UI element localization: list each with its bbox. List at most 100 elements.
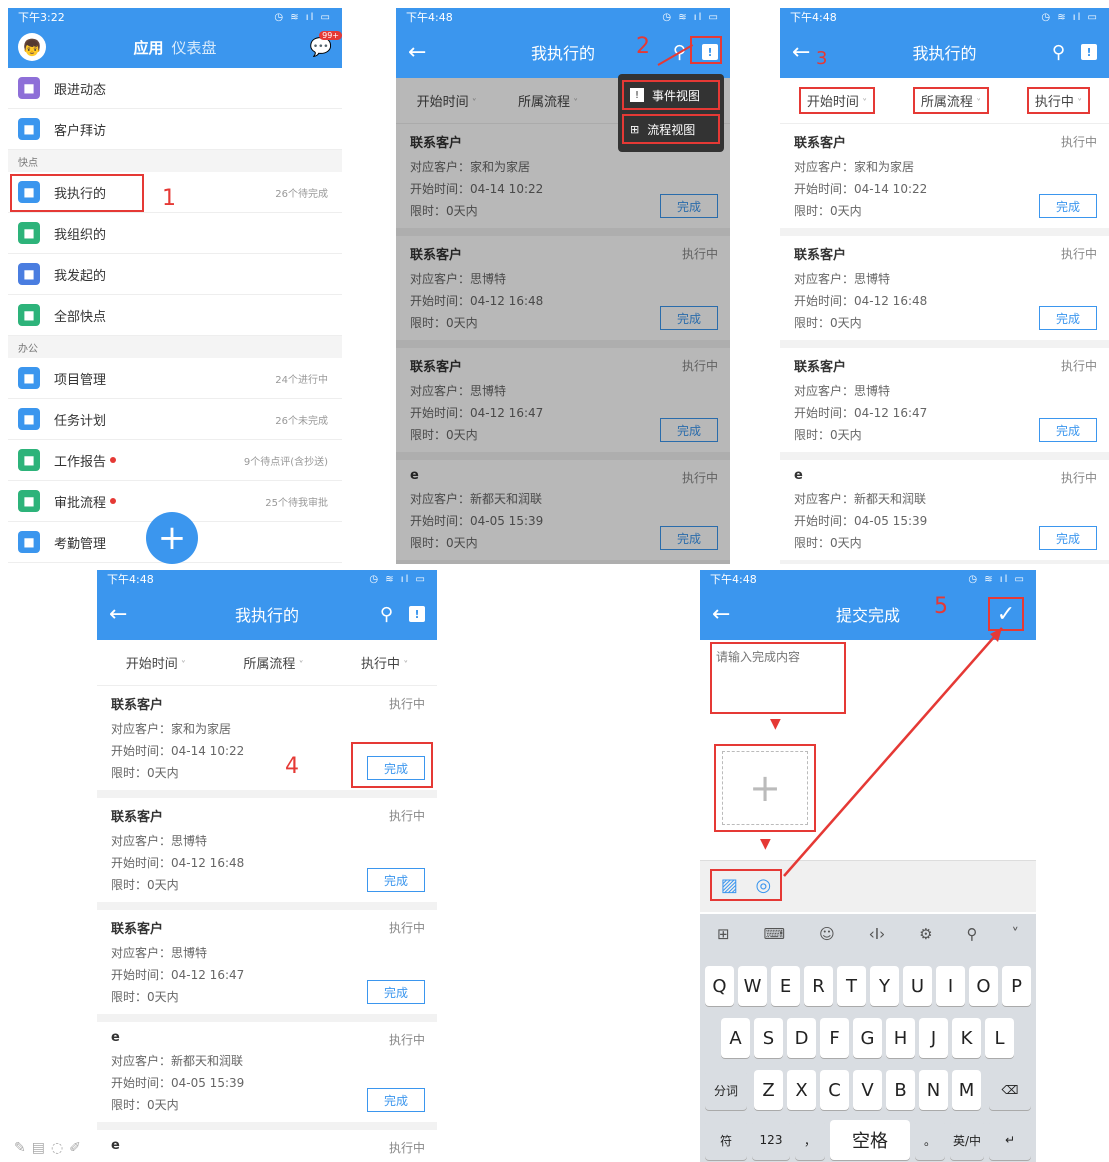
complete-button[interactable]: 完成: [367, 980, 425, 1004]
highlight-box-2: [690, 36, 722, 64]
view-switch-icon[interactable]: !: [409, 606, 425, 622]
complete-button[interactable]: 完成: [1039, 306, 1097, 330]
key-e[interactable]: E: [771, 966, 800, 1006]
grid-icon[interactable]: ⊞: [717, 925, 730, 943]
key-v[interactable]: V: [853, 1070, 882, 1110]
task-status: 执行中: [1060, 135, 1097, 149]
settings-icon[interactable]: ⚙: [919, 925, 932, 943]
filter-start-time[interactable]: 开始时间: [798, 87, 876, 114]
tab-dashboard[interactable]: 仪表盘: [172, 37, 217, 58]
step-number-4: 4: [285, 754, 299, 779]
app-item[interactable]: ■ 我组织的: [8, 213, 342, 254]
key-123[interactable]: 123: [752, 1120, 790, 1160]
key-comma[interactable]: ，: [795, 1120, 825, 1160]
task-title: 联系客户: [111, 810, 164, 825]
app-icon: ■: [18, 304, 40, 326]
task-card[interactable]: e 执行中 对应客户：新都天和润联 开始时间：04-05 15:39 限时：0天内 完成: [780, 460, 1109, 564]
key-symbols[interactable]: 符: [705, 1120, 747, 1160]
key-r[interactable]: R: [804, 966, 833, 1006]
search-icon[interactable]: ⚲: [966, 925, 977, 943]
view-switch-icon[interactable]: !: [1081, 44, 1097, 60]
back-arrow-icon[interactable]: ←: [792, 40, 810, 65]
key-b[interactable]: B: [886, 1070, 915, 1110]
cursor-icon[interactable]: ‹I›: [869, 925, 885, 943]
app-item[interactable]: ■ 项目管理 24个进行中: [8, 358, 342, 399]
key-o[interactable]: O: [969, 966, 998, 1006]
tab-apps[interactable]: 应用: [133, 37, 163, 58]
panel-view-menu: 下午4:48◷ ≋ ıl ▭ ←我执行的⚲! 开始时间所属流程 联系客户执行中对…: [396, 8, 730, 564]
key-i[interactable]: I: [936, 966, 965, 1006]
back-arrow-icon[interactable]: ←: [408, 40, 426, 65]
app-item[interactable]: ■ 全部快点: [8, 295, 342, 336]
key-q[interactable]: Q: [705, 966, 734, 1006]
key-m[interactable]: M: [952, 1070, 981, 1110]
key-w[interactable]: W: [738, 966, 767, 1006]
complete-button[interactable]: 完成: [1039, 418, 1097, 442]
task-title: 联系客户: [111, 922, 164, 937]
menu-event-view[interactable]: ! 事件视图: [622, 80, 720, 110]
keyboard: ⊞ ⌨ ☺ ‹I› ⚙ ⚲ ˅ Q W E R T Y U I O P A S D F G H J K L 分词 Z X C V B N M ⌫ 符…: [700, 914, 1036, 1162]
back-arrow-icon[interactable]: ←: [109, 602, 127, 627]
filter-start-time[interactable]: 开始时间: [126, 653, 186, 672]
message-icon[interactable]: 💬 99+: [310, 30, 342, 58]
task-card[interactable]: 联系客户 执行中 对应客户：思博特 开始时间：04-12 16:48 限时：0天内 完成: [780, 236, 1109, 348]
key-s[interactable]: S: [754, 1018, 783, 1058]
key-space[interactable]: 空格: [830, 1120, 910, 1160]
complete-button[interactable]: 完成: [1039, 194, 1097, 218]
app-icon: ■: [18, 77, 40, 99]
search-icon[interactable]: ⚲: [380, 604, 393, 625]
key-d[interactable]: D: [787, 1018, 816, 1058]
complete-button[interactable]: 完成: [367, 868, 425, 892]
search-icon[interactable]: ⚲: [1052, 42, 1065, 63]
emoji-icon[interactable]: ☺: [819, 925, 835, 943]
key-segment[interactable]: 分词: [705, 1070, 747, 1110]
app-item[interactable]: ■ 跟进动态: [8, 68, 342, 109]
key-j[interactable]: J: [919, 1018, 948, 1058]
key-z[interactable]: Z: [754, 1070, 783, 1110]
key-lang-switch[interactable]: 英/中: [950, 1120, 984, 1160]
filter-process[interactable]: 所属流程: [243, 653, 303, 672]
key-n[interactable]: N: [919, 1070, 948, 1110]
task-card[interactable]: 联系客户执行中对应客户：家和为家居开始时间：04-14 10:22限时：0天内完…: [780, 124, 1109, 236]
key-x[interactable]: X: [787, 1070, 816, 1110]
collapse-icon[interactable]: ˅: [1011, 925, 1019, 943]
key-y[interactable]: Y: [870, 966, 899, 1006]
key-a[interactable]: A: [721, 1018, 750, 1058]
key-g[interactable]: G: [853, 1018, 882, 1058]
key-f[interactable]: F: [820, 1018, 849, 1058]
task-list: 联系客户执行中对应客户：家和为家居开始时间：04-14 10:22限时：0天内完…: [780, 124, 1109, 564]
app-item[interactable]: ■ 任务计划 26个未完成: [8, 399, 342, 440]
key-period[interactable]: 。: [915, 1120, 945, 1160]
complete-button[interactable]: 完成: [1039, 526, 1097, 550]
app-item[interactable]: ■ 我发起的: [8, 254, 342, 295]
task-status: 执行中: [388, 1033, 425, 1047]
filter-status[interactable]: 执行中: [1026, 87, 1091, 114]
fab-add-button[interactable]: +: [146, 512, 198, 564]
menu-process-view[interactable]: ⊞ 流程视图: [622, 114, 720, 144]
task-card[interactable]: 联系客户 执行中 对应客户：思博特 开始时间：04-12 16:48 限时：0天内 完成: [97, 798, 437, 910]
task-card[interactable]: e 执行中 对应客户：新都天和润联 开始时间：04-05 15:39 限时：0天内 完成: [97, 1022, 437, 1130]
task-card[interactable]: 联系客户 执行中 对应客户：思博特 开始时间：04-12 16:47 限时：0天内 完成: [780, 348, 1109, 460]
key-u[interactable]: U: [903, 966, 932, 1006]
task-card[interactable]: 联系客户 执行中 对应客户：思博特 开始时间：04-12 16:47 限时：0天内 完成: [97, 910, 437, 1022]
app-list: ■ 跟进动态 ■ 客户拜访 快点 ■ 我执行的 26个待完成 ■ 我组织的 ■ 我发起的 ■ 全部快点 办公…: [8, 68, 342, 563]
key-enter[interactable]: ↵: [989, 1120, 1031, 1160]
header: 下午3:22 ◷ ≋ ıl ▭ 👦 应用 仪表盘 💬 99+: [8, 8, 342, 68]
avatar[interactable]: 👦: [18, 33, 46, 61]
key-h[interactable]: H: [886, 1018, 915, 1058]
key-l[interactable]: L: [985, 1018, 1014, 1058]
key-delete[interactable]: ⌫: [989, 1070, 1031, 1110]
key-t[interactable]: T: [837, 966, 866, 1006]
app-item[interactable]: ■ 客户拜访: [8, 109, 342, 150]
key-k[interactable]: K: [952, 1018, 981, 1058]
filter-status[interactable]: 执行中: [361, 653, 408, 672]
keyboard-icon[interactable]: ⌨: [764, 925, 786, 943]
key-p[interactable]: P: [1002, 966, 1031, 1006]
task-card[interactable]: e 执行中: [97, 1130, 437, 1162]
key-c[interactable]: C: [820, 1070, 849, 1110]
task-customer: 对应客户：思博特: [794, 384, 891, 398]
app-item[interactable]: ■ 工作报告 9个待点评(含抄送): [8, 440, 342, 481]
complete-button[interactable]: 完成: [367, 1088, 425, 1112]
event-view-icon: !: [630, 88, 644, 102]
filter-process[interactable]: 所属流程: [912, 87, 990, 114]
